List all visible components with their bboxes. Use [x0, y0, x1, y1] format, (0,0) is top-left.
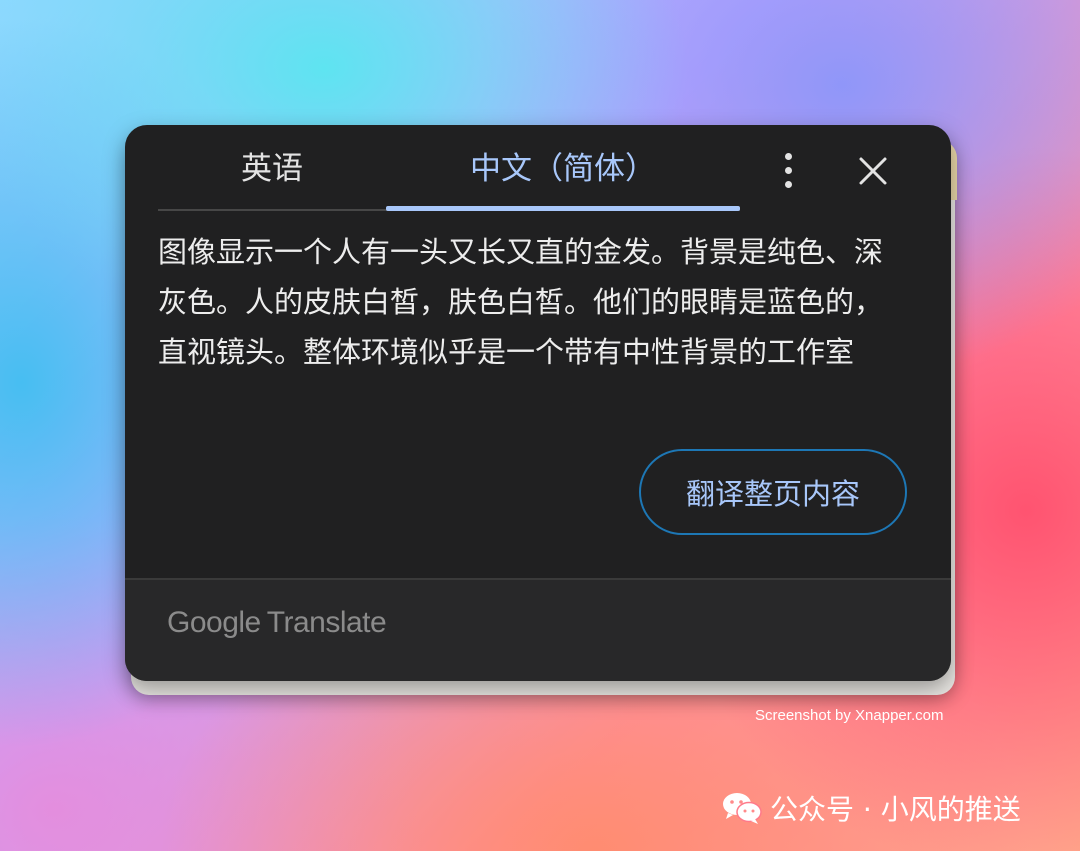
- brand-google: Google: [167, 606, 261, 639]
- active-tab-indicator: [386, 206, 740, 211]
- close-icon: [859, 157, 887, 185]
- google-translate-logo[interactable]: Google Translate: [167, 606, 387, 640]
- more-options-button[interactable]: [771, 149, 807, 193]
- tab-target-label: 中文（简体）: [470, 151, 656, 187]
- language-tabs: 英语 中文（简体）: [158, 147, 740, 211]
- wechat-account-label: 公众号 · 小风的推送: [722, 788, 1021, 828]
- popup-footer: Google Translate: [125, 578, 951, 681]
- translate-popup: 英语 中文（简体） 图像显示一个人有一头又长又直的金发。背景是纯色、深灰色。人的…: [125, 125, 951, 681]
- translation-text: 图像显示一个人有一头又长又直的金发。背景是纯色、深灰色。人的皮肤白皙，肤色白皙。…: [158, 235, 884, 369]
- close-button[interactable]: [853, 151, 893, 191]
- tab-target-language[interactable]: 中文（简体）: [386, 147, 740, 211]
- xnapper-watermark: Screenshot by Xnapper.com: [755, 707, 944, 724]
- tab-source-language[interactable]: 英语: [158, 147, 386, 207]
- brand-translate: Translate: [266, 606, 387, 639]
- translate-full-page-button[interactable]: 翻译整页内容: [639, 449, 907, 535]
- account-name: 公众号 · 小风的推送: [770, 793, 1021, 826]
- wechat-icon: [723, 793, 762, 824]
